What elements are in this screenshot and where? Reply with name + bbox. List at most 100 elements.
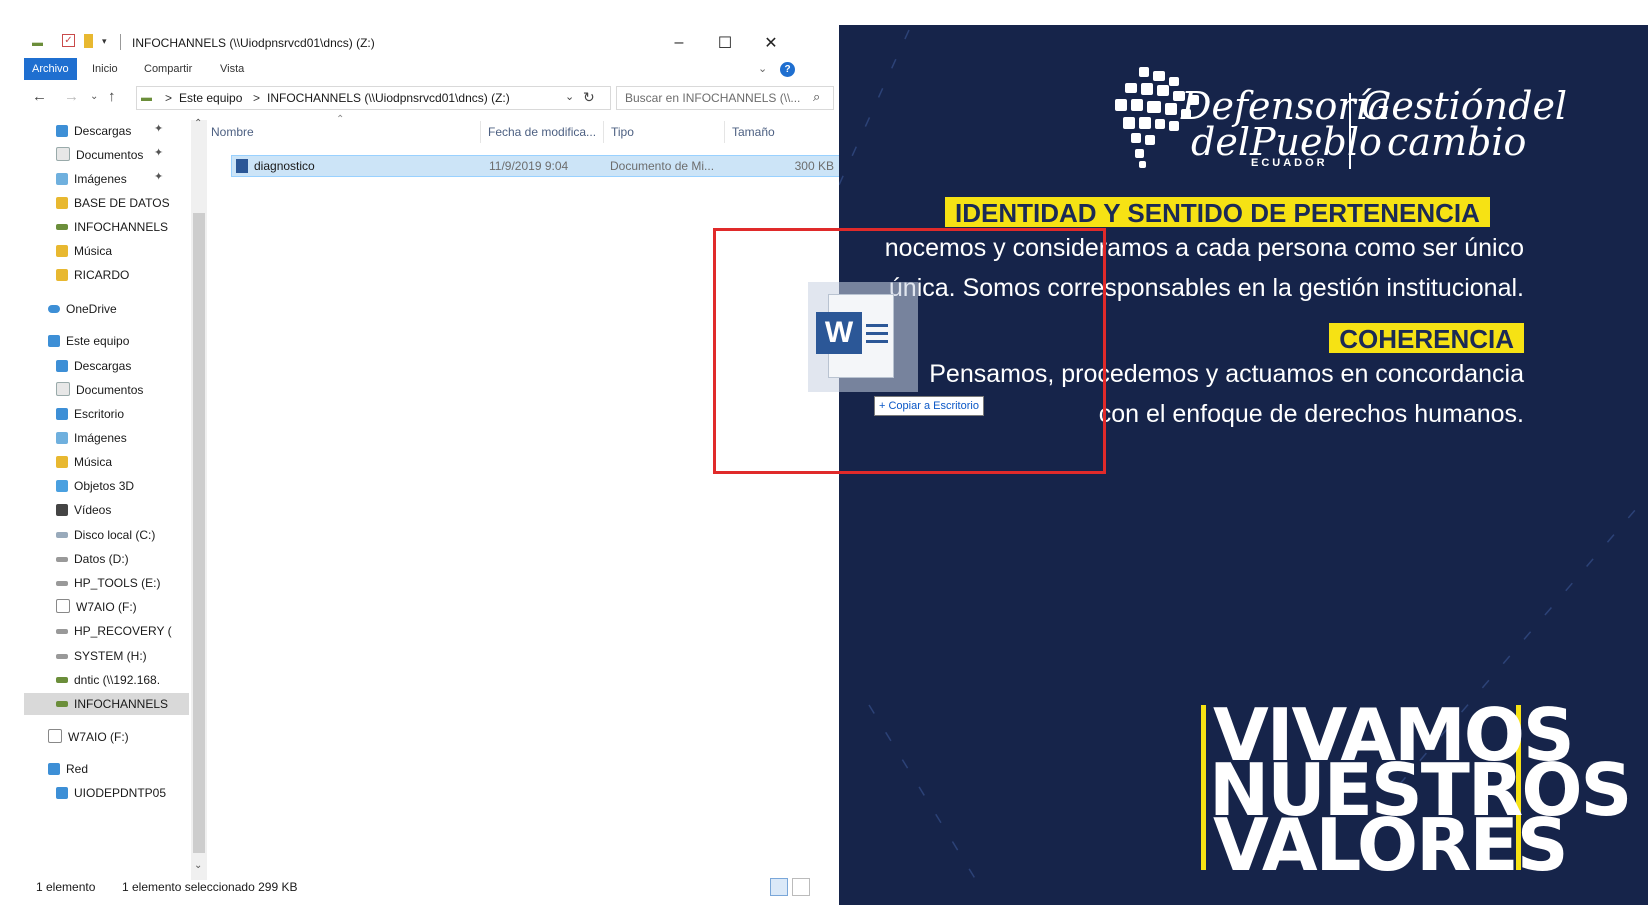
maximize-button[interactable]: ☐ xyxy=(702,28,748,58)
file-name: diagnostico xyxy=(254,159,315,173)
nav-item-este-equipo[interactable]: Este equipo xyxy=(48,330,129,352)
up-arrow-icon[interactable]: ↑ xyxy=(108,88,116,105)
column-header-tamano[interactable]: Tamaño xyxy=(732,121,775,143)
slogan-left-bar xyxy=(1201,705,1206,870)
file-type: Documento de Mi... xyxy=(610,159,715,173)
nav-item-pc-objetos-3d[interactable]: Objetos 3D xyxy=(56,475,134,497)
search-icon[interactable]: ⌕ xyxy=(813,89,820,105)
folder-icon xyxy=(56,269,68,281)
forward-arrow-icon[interactable]: → xyxy=(64,88,79,105)
file-size: 300 KB xyxy=(794,159,834,173)
breadcrumb-separator: > xyxy=(253,91,261,105)
desktop-icon xyxy=(56,408,68,420)
nav-item-pc-musica[interactable]: Música xyxy=(56,451,112,473)
address-bar[interactable]: ▬ > Este equipo > INFOCHANNELS (\\Uiodpn… xyxy=(136,86,611,110)
nav-item-pc-escritorio[interactable]: Escritorio xyxy=(56,403,124,425)
hard-drive-icon xyxy=(56,629,68,634)
nav-item-w7aio[interactable]: W7AIO (F:) xyxy=(48,726,129,748)
refresh-icon[interactable]: ↻ xyxy=(583,89,595,106)
nav-item-pc-descargas[interactable]: Descargas xyxy=(56,355,131,377)
large-icons-view-icon[interactable] xyxy=(792,878,810,896)
downloads-icon xyxy=(56,125,68,137)
drive-icon: ▬ xyxy=(141,92,152,104)
breadcrumb-infochannels[interactable]: INFOCHANNELS (\\Uiodpnsrvcd01\dncs) (Z:) xyxy=(267,91,510,105)
nav-item-w7aio-f[interactable]: W7AIO (F:) xyxy=(56,596,137,618)
music-icon xyxy=(56,245,68,257)
tab-compartir[interactable]: Compartir xyxy=(136,58,200,80)
nav-item-red[interactable]: Red xyxy=(48,758,88,780)
column-header-nombre[interactable]: Nombre xyxy=(211,121,254,143)
search-placeholder: Buscar en INFOCHANNELS (\\... xyxy=(625,91,801,105)
nav-item-musica[interactable]: Música xyxy=(56,240,112,262)
nav-item-hp-recovery[interactable]: HP_RECOVERY ( xyxy=(56,620,172,642)
status-bar: 1 elemento 1 elemento seleccionado 299 K… xyxy=(24,876,839,900)
nav-item-imagenes[interactable]: Imágenes xyxy=(56,168,127,190)
sort-ascending-icon: ⌃ xyxy=(336,114,345,125)
document-line-icon xyxy=(866,332,888,335)
dragged-file-ghost[interactable]: W xyxy=(808,282,918,392)
nav-item-descargas[interactable]: Descargas xyxy=(56,120,131,142)
document-line-icon xyxy=(866,324,888,327)
pin-icon[interactable]: ✦ xyxy=(154,170,163,183)
music-icon xyxy=(56,456,68,468)
pin-icon[interactable]: ✦ xyxy=(154,122,163,135)
column-header-fecha[interactable]: Fecha de modifica... xyxy=(488,121,596,143)
pictures-icon xyxy=(56,173,68,185)
logo-cambio-text: cambio xyxy=(1387,120,1527,164)
hard-drive-icon xyxy=(56,557,68,562)
breadcrumb-este-equipo[interactable]: Este equipo xyxy=(179,91,242,105)
nav-item-ricardo[interactable]: RICARDO xyxy=(56,264,129,286)
ribbon-expand-icon[interactable]: ⌄ xyxy=(758,62,767,75)
nav-item-infochannels-z[interactable]: INFOCHANNELS xyxy=(24,693,189,715)
checkbox-icon[interactable]: ✓ xyxy=(62,34,75,47)
ribbon-tabs: Archivo Inicio Compartir Vista ⌄ ? xyxy=(24,58,839,80)
tab-inicio[interactable]: Inicio xyxy=(84,58,126,80)
navigation-pane: Descargas Documentos Imágenes BASE DE DA… xyxy=(24,120,189,880)
nav-item-system-h[interactable]: SYSTEM (H:) xyxy=(56,645,147,667)
nav-item-pc-imagenes[interactable]: Imágenes xyxy=(56,427,127,449)
recent-locations-icon[interactable]: ⌄ xyxy=(90,91,98,102)
computer-icon xyxy=(48,335,60,347)
nav-item-infochannels[interactable]: INFOCHANNELS xyxy=(56,216,168,238)
nav-scrollbar-thumb[interactable] xyxy=(193,213,205,853)
scroll-down-icon[interactable]: ⌄ xyxy=(194,860,202,871)
nav-item-hp-tools-e[interactable]: HP_TOOLS (E:) xyxy=(56,572,160,594)
word-document-icon xyxy=(236,159,248,173)
column-header-tipo[interactable]: Tipo xyxy=(611,121,634,143)
network-icon xyxy=(48,763,60,775)
column-divider[interactable] xyxy=(603,121,604,143)
nav-item-documentos[interactable]: Documentos xyxy=(56,144,143,166)
logo-ecuador-text: ECUADOR xyxy=(1251,157,1328,169)
nav-item-pc-documentos[interactable]: Documentos xyxy=(56,379,143,401)
tab-vista[interactable]: Vista xyxy=(212,58,252,80)
details-view-icon[interactable] xyxy=(770,878,788,896)
address-dropdown-icon[interactable]: ⌄ xyxy=(565,90,574,103)
back-arrow-icon[interactable]: ← xyxy=(32,88,47,105)
minimize-button[interactable]: – xyxy=(656,28,702,58)
nav-item-onedrive[interactable]: OneDrive xyxy=(48,298,117,320)
close-button[interactable]: ✕ xyxy=(748,28,794,58)
column-divider[interactable] xyxy=(724,121,725,143)
new-folder-icon[interactable] xyxy=(84,34,93,48)
scroll-up-icon[interactable]: ⌃ xyxy=(194,118,202,129)
quick-access-dropdown-icon[interactable]: ▾ xyxy=(102,36,107,47)
nav-item-uiodepdntp05[interactable]: UIODEPDNTP05 xyxy=(56,782,166,804)
nav-item-datos-d[interactable]: Datos (D:) xyxy=(56,548,129,570)
status-item-count: 1 elemento xyxy=(36,880,96,894)
copy-to-desktop-tooltip: + Copiar a Escritorio xyxy=(874,396,984,416)
tab-archivo[interactable]: Archivo xyxy=(24,58,77,80)
help-icon[interactable]: ? xyxy=(780,62,795,77)
cloud-icon xyxy=(48,305,60,313)
nav-item-pc-videos[interactable]: Vídeos xyxy=(56,499,111,521)
window-title: INFOCHANNELS (\\Uiodpnsrvcd01\dncs) (Z:) xyxy=(132,36,375,50)
file-row[interactable]: diagnostico 11/9/2019 9:04 Documento de … xyxy=(231,155,841,177)
title-bar[interactable]: ▬ ✓ ▾ INFOCHANNELS (\\Uiodpnsrvcd01\dncs… xyxy=(24,28,839,58)
network-drive-icon xyxy=(56,701,68,707)
pin-icon[interactable]: ✦ xyxy=(154,146,163,159)
search-input[interactable]: Buscar en INFOCHANNELS (\\... ⌕ xyxy=(616,86,834,110)
nav-item-base-de-datos[interactable]: BASE DE DATOS xyxy=(56,192,170,214)
videos-icon xyxy=(56,504,68,516)
column-divider[interactable] xyxy=(480,121,481,143)
nav-item-disco-local-c[interactable]: Disco local (C:) xyxy=(56,524,155,546)
nav-item-dntic[interactable]: dntic (\\192.168. xyxy=(56,669,160,691)
